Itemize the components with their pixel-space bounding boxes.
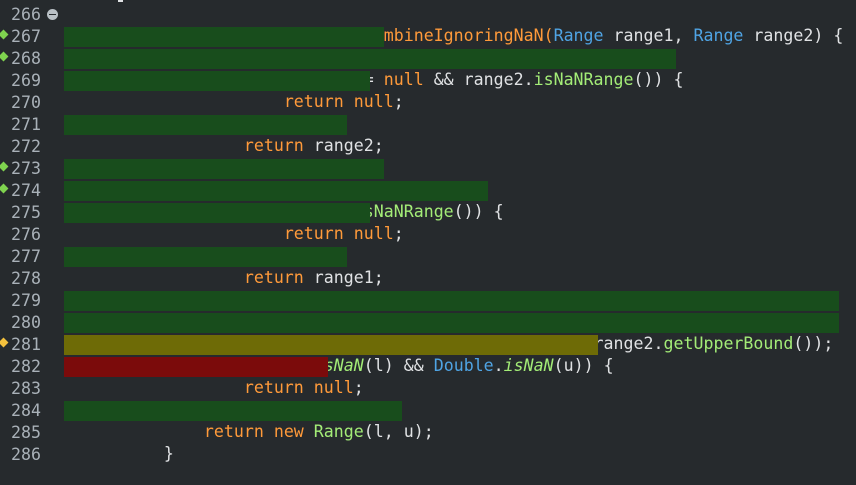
code-line-279[interactable]: 279 double l = min(range1.getLowerBound(… (0, 290, 856, 331)
line-gutter: 270 (0, 92, 64, 113)
line-gutter: 273 (0, 158, 64, 179)
green-diamond-icon (0, 51, 9, 62)
line-gutter: 286 (0, 444, 64, 465)
line-number: 270 (11, 93, 41, 112)
line-number: 277 (11, 247, 41, 266)
line-number: 269 (11, 71, 41, 90)
code-editor[interactable]: 266 public static Range combineIgnoringN… (0, 0, 856, 464)
line-number: 275 (11, 203, 41, 222)
line-number: 272 (11, 137, 41, 156)
line-number: 286 (11, 445, 41, 464)
code-line-277[interactable]: 277 return range1; (0, 246, 856, 287)
code-line-276[interactable]: 276 } (0, 224, 856, 265)
code-line-266[interactable]: 266 public static Range combineIgnoringN… (0, 4, 856, 45)
line-gutter: 266 (0, 4, 64, 25)
line-number: 283 (11, 379, 41, 398)
line-number: 281 (11, 335, 41, 354)
code-line-282[interactable]: 282 return null; (0, 356, 856, 397)
yellow-diamond-icon (0, 337, 9, 348)
code-line-281[interactable]: 281 if (Double.isNaN(l) && Double.isNaN(… (0, 334, 856, 375)
code-line-284[interactable]: 284 return new Range(l, u); (0, 400, 856, 441)
green-diamond-icon (0, 183, 9, 194)
code-line-269[interactable]: 269 return null; (0, 70, 856, 111)
line-number: 266 (11, 5, 41, 24)
line-number: 279 (11, 291, 41, 310)
line-gutter: 283 (0, 378, 64, 399)
code-line-286[interactable]: 286 (0, 444, 856, 465)
code-line-285[interactable]: 285 } (0, 422, 856, 463)
code-line-283[interactable]: 283 } (0, 378, 856, 419)
green-diamond-icon (0, 29, 9, 40)
line-gutter: 276 (0, 224, 64, 245)
line-gutter: 285 (0, 422, 64, 443)
line-gutter: 279 (0, 290, 64, 311)
line-gutter: 278 (0, 268, 64, 289)
line-gutter: 280 (0, 312, 64, 333)
code-line-278[interactable]: 278 } (0, 268, 856, 309)
code-line-272[interactable]: 272 } (0, 136, 856, 177)
line-number: 285 (11, 423, 41, 442)
code-line-268[interactable]: 268 if (range2 != null && range2.isNaNRa… (0, 48, 856, 89)
code-line-273[interactable]: 273 if (range2 == null) { (0, 158, 856, 199)
code-line-280[interactable]: 280 double u = max(range1.getUpperBound(… (0, 312, 856, 353)
line-number: 271 (11, 115, 41, 134)
code-line-274[interactable]: 274 if (range1.isNaNRange()) { (0, 180, 856, 221)
line-number: 273 (11, 159, 41, 178)
code-line-270[interactable]: 270 } (0, 92, 856, 133)
line-gutter: 274 (0, 180, 64, 201)
line-gutter: 269 (0, 70, 64, 91)
line-gutter: 267 (0, 26, 64, 47)
code-line-267[interactable]: 267 if (range1 == null) { (0, 26, 856, 67)
code-line-271[interactable]: 271 return range2; (0, 114, 856, 155)
line-number: 284 (11, 401, 41, 420)
line-number: 282 (11, 357, 41, 376)
code-line-275[interactable]: 275 return null; (0, 202, 856, 243)
line-number: 280 (11, 313, 41, 332)
line-gutter: 284 (0, 400, 64, 421)
fold-circle-icon[interactable] (47, 9, 58, 20)
line-number: 267 (11, 27, 41, 46)
line-gutter: 271 (0, 114, 64, 135)
line-number: 278 (11, 269, 41, 288)
line-gutter: 281 (0, 334, 64, 355)
previous-line-fragment (118, 0, 123, 2)
line-gutter: 272 (0, 136, 64, 157)
line-gutter: 282 (0, 356, 64, 377)
line-gutter: 268 (0, 48, 64, 69)
line-number: 276 (11, 225, 41, 244)
green-diamond-icon (0, 161, 9, 172)
line-number: 268 (11, 49, 41, 68)
line-gutter: 275 (0, 202, 64, 223)
line-number: 274 (11, 181, 41, 200)
line-gutter: 277 (0, 246, 64, 267)
